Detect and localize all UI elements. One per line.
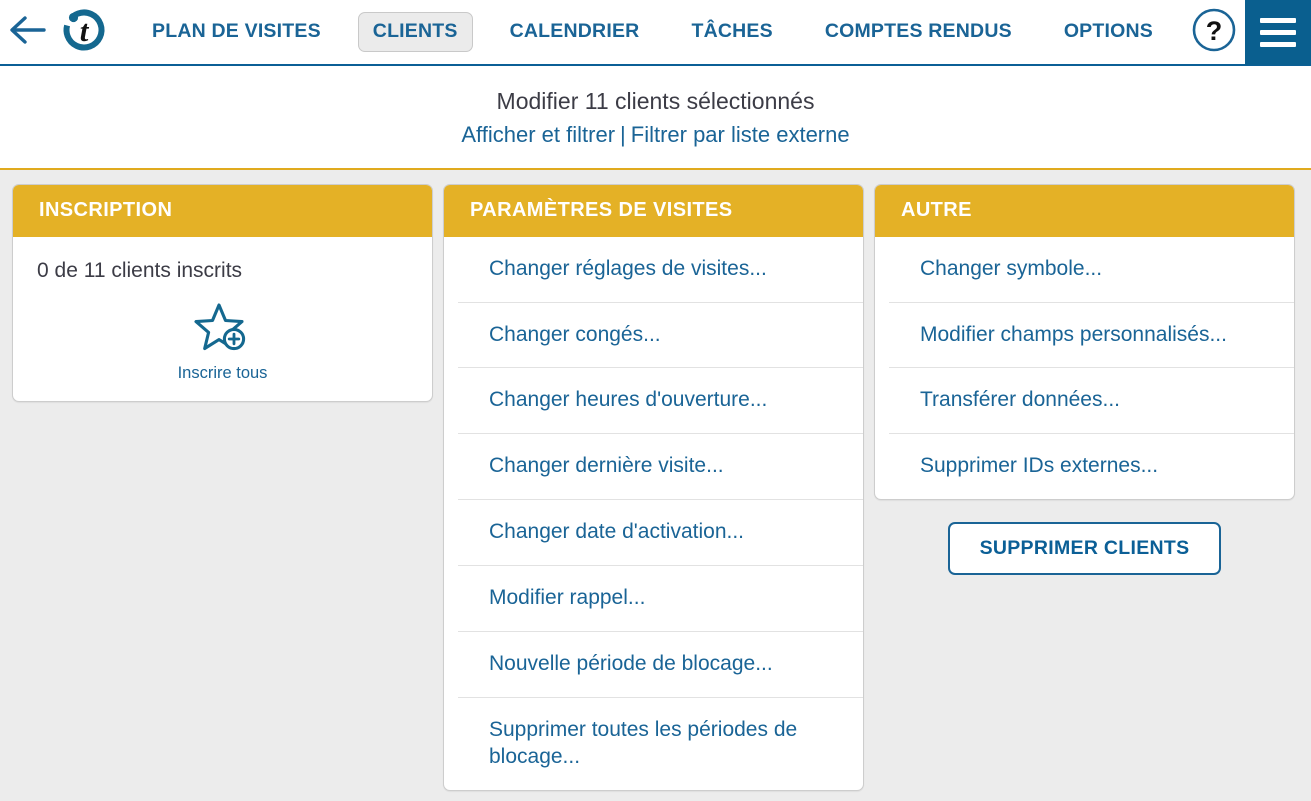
back-button[interactable] — [0, 0, 56, 65]
card-visit-settings-body: Changer réglages de visites... Changer c… — [444, 237, 863, 790]
card-inscription-body: 0 de 11 clients inscrits Inscrire tous — [13, 237, 432, 401]
menu-item-changer-reglages-de-visites[interactable]: Changer réglages de visites... — [458, 237, 863, 302]
card-other: AUTRE Changer symbole... Modifier champs… — [874, 183, 1295, 501]
help-question-icon: ? — [1191, 7, 1237, 58]
menu-item-changer-date-d-activation[interactable]: Changer date d'activation... — [458, 499, 863, 565]
hamburger-menu-icon-bar-1 — [1260, 17, 1296, 23]
nav-item-comptes-rendus[interactable]: COMPTES RENDUS — [810, 12, 1027, 52]
card-visit-settings: PARAMÈTRES DE VISITES Changer réglages d… — [443, 183, 864, 791]
card-inscription: INSCRIPTION 0 de 11 clients inscrits Ins… — [12, 183, 433, 403]
menu-item-supprimer-toutes-les-periodes-de-blocage[interactable]: Supprimer toutes les périodes de blocage… — [458, 696, 863, 790]
nav-item-plan-de-visites[interactable]: PLAN DE VISITES — [137, 12, 336, 52]
inscription-count-text: 0 de 11 clients inscrits — [37, 258, 243, 282]
app-logo[interactable]: t — [56, 0, 112, 65]
nav-links: PLAN DE VISITES CLIENTS CALENDRIER TÂCHE… — [126, 0, 1183, 64]
svg-text:?: ? — [1206, 16, 1223, 46]
card-other-body: Changer symbole... Modifier champs perso… — [875, 237, 1294, 500]
star-plus-icon — [193, 302, 252, 359]
column-other: AUTRE Changer symbole... Modifier champs… — [874, 183, 1295, 576]
page-title: Modifier 11 clients sélectionnés — [496, 88, 815, 114]
enroll-all-label: Inscrire tous — [177, 364, 268, 383]
delete-clients-button-wrapper: SUPPRIMER CLIENTS — [874, 522, 1295, 576]
nav-item-calendrier[interactable]: CALENDRIER — [495, 12, 655, 52]
menu-item-supprimer-ids-externes[interactable]: Supprimer IDs externes... — [889, 433, 1294, 499]
delete-clients-button[interactable]: SUPPRIMER CLIENTS — [947, 522, 1222, 576]
menu-item-transferer-donnees[interactable]: Transférer données... — [889, 367, 1294, 433]
svg-text:t: t — [80, 13, 90, 48]
menu-item-modifier-champs-personnalises[interactable]: Modifier champs personnalisés... — [889, 301, 1294, 368]
menu-item-changer-derniere-visite[interactable]: Changer dernière visite... — [458, 433, 863, 499]
subheader: Modifier 11 clients sélectionnés Affiche… — [0, 66, 1311, 170]
subheader-links: Afficher et filtrer | Filtrer par liste ex… — [0, 120, 1311, 150]
top-navigation-bar: t PLAN DE VISITES CLIENTS CALENDRIER TÂC… — [0, 0, 1311, 66]
link-afficher-et-filtrer[interactable]: Afficher et filtrer — [461, 122, 615, 147]
enroll-all-button[interactable]: Inscrire tous — [37, 302, 408, 383]
menu-item-nouvelle-periode-de-blocage[interactable]: Nouvelle période de blocage... — [458, 630, 863, 697]
nav-item-clients[interactable]: CLIENTS — [357, 12, 473, 52]
menu-item-changer-heures-d-ouverture[interactable]: Changer heures d'ouverture... — [458, 367, 863, 433]
hamburger-menu-button[interactable] — [1245, 0, 1311, 65]
card-other-header: AUTRE — [875, 184, 1294, 237]
menu-item-changer-conges[interactable]: Changer congés... — [458, 301, 863, 368]
main-content: INSCRIPTION 0 de 11 clients inscrits Ins… — [0, 170, 1311, 791]
nav-item-options[interactable]: OPTIONS — [1049, 12, 1168, 52]
card-visit-settings-header: PARAMÈTRES DE VISITES — [444, 184, 863, 237]
hamburger-menu-icon-bar-2 — [1260, 29, 1296, 35]
column-inscription: INSCRIPTION 0 de 11 clients inscrits Ins… — [12, 183, 433, 403]
help-button[interactable]: ? — [1183, 0, 1245, 65]
app-logo-icon: t — [60, 6, 108, 59]
link-separator: | — [620, 122, 626, 148]
menu-item-changer-symbole[interactable]: Changer symbole... — [889, 237, 1294, 302]
link-filtrer-par-liste-externe[interactable]: Filtrer par liste externe — [631, 122, 850, 147]
nav-item-taches[interactable]: TÂCHES — [676, 12, 787, 52]
column-visit-settings: PARAMÈTRES DE VISITES Changer réglages d… — [443, 183, 864, 791]
menu-item-modifier-rappel[interactable]: Modifier rappel... — [458, 565, 863, 631]
back-arrow-icon — [9, 15, 47, 50]
hamburger-menu-icon-bar-3 — [1260, 41, 1296, 47]
card-inscription-header: INSCRIPTION — [13, 184, 432, 237]
